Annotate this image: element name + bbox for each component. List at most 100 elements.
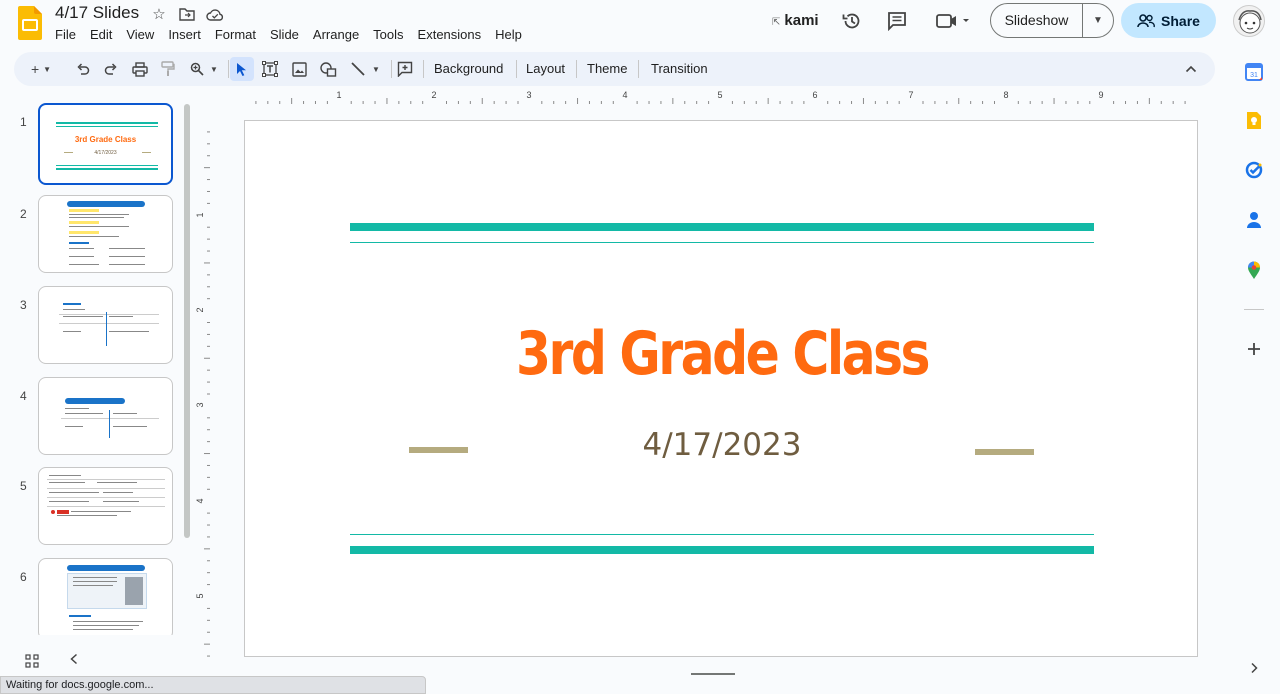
share-button[interactable]: Share	[1121, 3, 1216, 38]
share-label: Share	[1161, 12, 1200, 29]
toolbar-separator	[391, 60, 392, 78]
menu-bar: File Edit View Insert Format Slide Arran…	[48, 26, 529, 43]
move-folder-icon[interactable]	[178, 5, 196, 23]
svg-text:31: 31	[1250, 72, 1258, 79]
side-panel: 31	[1234, 56, 1274, 676]
add-comment-icon[interactable]	[394, 57, 416, 81]
menu-format[interactable]: Format	[208, 26, 263, 43]
ruler-label: 1	[195, 212, 205, 217]
slide-subtitle[interactable]: 4/17/2023	[245, 427, 1199, 463]
bottom-accent-line	[350, 534, 1094, 535]
menu-arrange[interactable]: Arrange	[306, 26, 366, 43]
cloud-saved-icon[interactable]	[206, 5, 224, 23]
menu-tools[interactable]: Tools	[366, 26, 410, 43]
filmstrip-slide-2[interactable]: 2	[0, 195, 190, 275]
slide-canvas[interactable]: 3rd Grade Class 4/17/2023	[244, 120, 1198, 657]
print-icon[interactable]	[130, 57, 150, 81]
top-accent-line	[350, 242, 1094, 243]
speaker-notes-handle[interactable]	[691, 673, 735, 675]
slideshow-button[interactable]: Slideshow ▼	[990, 3, 1114, 38]
people-icon	[1137, 13, 1155, 27]
kami-extension-button[interactable]: ⇱ kami	[772, 12, 819, 29]
ruler-label: 2	[195, 307, 205, 312]
menu-file[interactable]: File	[48, 26, 83, 43]
zoom-button[interactable]: ▼	[187, 57, 221, 81]
layout-button[interactable]: Layout	[526, 61, 565, 76]
version-history-icon[interactable]	[841, 10, 863, 32]
side-panel-separator	[1244, 309, 1264, 310]
menu-help[interactable]: Help	[488, 26, 529, 43]
ruler-label: 4	[195, 498, 205, 503]
slideshow-dropdown-icon[interactable]: ▼	[1083, 15, 1113, 26]
thumb-title: 3rd Grade Class	[74, 135, 137, 144]
menu-extensions[interactable]: Extensions	[411, 26, 489, 43]
grid-view-icon[interactable]	[25, 654, 39, 673]
slide-thumbnail[interactable]: 3rd Grade Class 4/17/2023	[38, 103, 173, 185]
slide-thumbnail[interactable]	[38, 377, 173, 455]
kami-label: kami	[784, 12, 819, 29]
keep-icon[interactable]	[1244, 110, 1264, 130]
slide-number: 6	[20, 570, 27, 584]
bottom-accent-bar	[350, 546, 1094, 554]
slide-thumbnail[interactable]	[38, 467, 173, 545]
ruler-label: 2	[431, 90, 436, 100]
line-tool-button[interactable]: ▼	[346, 57, 384, 81]
menu-slide[interactable]: Slide	[263, 26, 306, 43]
contacts-icon[interactable]	[1244, 209, 1264, 229]
slideshow-label[interactable]: Slideshow	[991, 4, 1083, 37]
select-tool-icon[interactable]	[230, 57, 254, 81]
top-accent-bar	[350, 223, 1094, 231]
collapse-filmstrip-icon[interactable]	[69, 652, 79, 670]
menu-insert[interactable]: Insert	[161, 26, 208, 43]
paint-format-icon[interactable]	[158, 57, 178, 81]
new-slide-button[interactable]: + ▼	[26, 57, 56, 81]
slides-logo-icon[interactable]	[18, 6, 42, 40]
horizontal-ruler[interactable]: 1 2 3 4 5 6 7 8 9	[244, 88, 1199, 104]
meet-video-icon[interactable]	[934, 10, 972, 32]
external-link-icon: ⇱	[772, 17, 781, 28]
menu-view[interactable]: View	[119, 26, 161, 43]
calendar-icon[interactable]: 31	[1244, 62, 1264, 82]
filmstrip-slide-1[interactable]: 1 3rd Grade Class 4/17/2023	[0, 103, 190, 185]
document-title[interactable]: 4/17 Slides	[55, 3, 139, 23]
toolbar-separator	[228, 60, 229, 78]
tasks-icon[interactable]	[1244, 160, 1264, 180]
toolbar-separator	[516, 60, 517, 78]
redo-icon[interactable]	[102, 57, 120, 81]
slide-number: 1	[20, 115, 27, 129]
filmstrip-slide-4[interactable]: 4	[0, 377, 190, 457]
comments-icon[interactable]	[886, 10, 908, 32]
theme-button[interactable]: Theme	[587, 61, 627, 76]
text-box-icon[interactable]	[259, 57, 281, 81]
filmstrip-slide-3[interactable]: 3	[0, 286, 190, 366]
slide-thumbnail[interactable]	[38, 195, 173, 273]
insert-image-icon[interactable]	[288, 57, 310, 81]
ruler-label: 9	[1098, 90, 1103, 100]
filmstrip-slide-5[interactable]: 5	[0, 467, 190, 547]
shape-icon[interactable]	[317, 57, 339, 81]
background-button[interactable]: Background	[434, 61, 503, 76]
slide-filmstrip: 1 3rd Grade Class 4/17/2023 2 3 4 5 6	[0, 95, 190, 635]
slide-number: 3	[20, 298, 27, 312]
filmstrip-scrollbar[interactable]	[184, 104, 190, 538]
expand-panel-icon[interactable]	[1244, 658, 1264, 678]
slide-thumbnail[interactable]	[38, 286, 173, 364]
transition-button[interactable]: Transition	[651, 61, 708, 76]
collapse-toolbar-icon[interactable]	[1182, 57, 1200, 81]
thumb-subtitle: 4/17/2023	[94, 150, 117, 156]
vertical-ruler[interactable]: 1 2 3 4 5	[194, 120, 210, 657]
menu-edit[interactable]: Edit	[83, 26, 119, 43]
add-addon-icon[interactable]	[1244, 339, 1264, 359]
filmstrip-slide-6[interactable]: 6	[0, 558, 190, 635]
maps-icon[interactable]	[1244, 260, 1264, 280]
star-icon[interactable]: ☆	[150, 5, 168, 23]
account-avatar[interactable]	[1233, 5, 1265, 37]
title-icons: ☆	[150, 5, 224, 23]
slide-title[interactable]: 3rd Grade Class	[321, 319, 1122, 389]
app-header: 4/17 Slides ☆ File Edit View Insert Form…	[0, 0, 1280, 50]
slide-thumbnail[interactable]	[38, 558, 173, 635]
ruler-label: 3	[526, 90, 531, 100]
undo-icon[interactable]	[74, 57, 92, 81]
ruler-label: 4	[622, 90, 627, 100]
browser-status-bar: Waiting for docs.google.com...	[0, 676, 426, 694]
